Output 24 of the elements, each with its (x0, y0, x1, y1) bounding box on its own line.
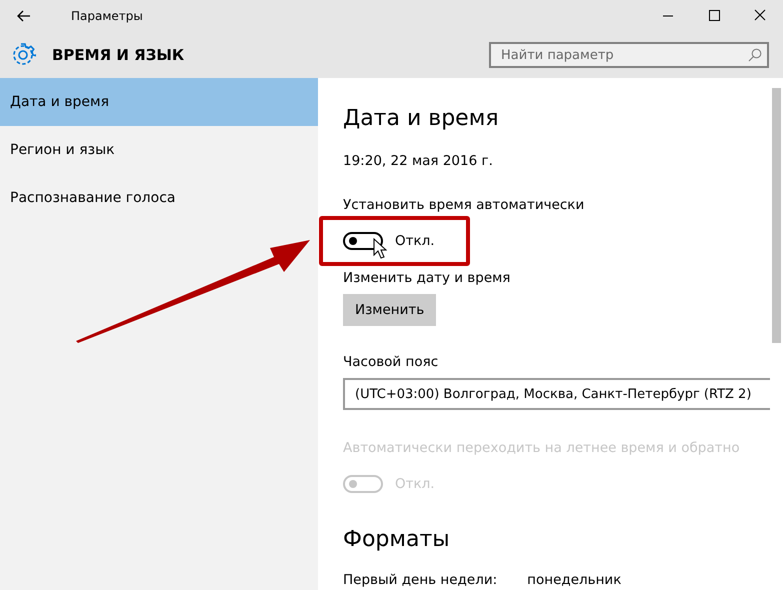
sidebar-item[interactable]: Распознавание голоса (0, 174, 318, 222)
section-title: ВРЕМЯ И ЯЗЫК (52, 46, 186, 64)
section-heading: Форматы (343, 527, 451, 552)
page-heading: Дата и время (343, 106, 500, 131)
scrollbar-thumb[interactable] (772, 88, 781, 343)
search-icon[interactable] (748, 48, 762, 62)
cursor-icon (373, 238, 387, 260)
sidebar-item[interactable]: Регион и язык (0, 126, 318, 174)
sidebar-item[interactable]: Дата и время (0, 78, 318, 126)
setting-label: Изменить дату и время (343, 270, 512, 286)
window-title: Параметры (71, 9, 144, 23)
toggle-state-text: Откл. (395, 476, 435, 492)
change-button[interactable]: Изменить (343, 294, 436, 326)
setting-label: Установить время автоматически (343, 197, 586, 213)
setting-value: понедельник (527, 572, 622, 588)
back-arrow-icon[interactable] (17, 10, 31, 22)
setting-label: Часовой пояс (343, 354, 440, 370)
timezone-dropdown[interactable]: (UTC+03:00) Волгоград, Москва, Санкт-Петербург (RTZ 2) (343, 378, 770, 410)
search-field[interactable]: Найти параметр (489, 42, 769, 68)
setting-label: Первый день недели: (343, 572, 498, 588)
settings-icon (10, 42, 36, 68)
toggle-state-text: Откл. (395, 233, 435, 249)
setting-label: Автоматически переходить на летнее время и обратно (343, 440, 741, 456)
current-time-text: 19:20, 22 мая 2016 г. (343, 153, 494, 169)
